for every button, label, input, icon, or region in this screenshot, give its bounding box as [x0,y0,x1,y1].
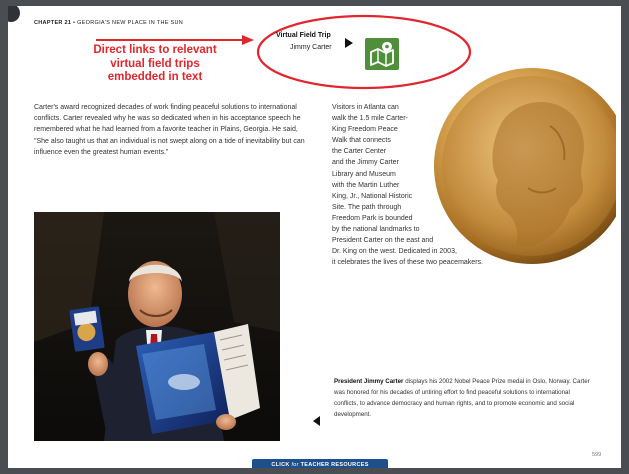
side-paragraph: Visitors in Atlanta can walk the 1.5 mil… [332,102,564,268]
teacher-btn-suffix: TEACHER RESOURCES [298,462,369,468]
side-line: King Freedom Peace [332,126,398,134]
body-paragraph: Carter's award recognized decades of wor… [34,104,305,156]
side-line: it celebrates the lives of these two pea… [332,259,483,267]
side-line: Dr. King on the west. Dedicated in 2003, [332,248,457,256]
side-line: King, Jr., National Historic [332,192,413,200]
carter-photo [34,212,280,441]
teacher-btn-for: for [291,462,299,468]
photo-caption: President Jimmy Carter displays his 2002… [334,376,590,420]
side-line: walk the 1.5 mile Carter- [332,115,408,123]
side-line: the Carter Center [332,148,387,156]
side-line: Freedom Park is bounded [332,214,413,222]
virtual-field-trip-button[interactable] [365,38,399,70]
side-line: Library and Museum [332,170,396,178]
side-line: and the Jimmy Carter [332,159,399,167]
textbook-page: CHAPTER 21 • GEORGIA'S NEW PLACE IN THE … [8,6,621,468]
side-line: Site. The path through [332,203,402,211]
caption-bold: President Jimmy Carter [334,378,404,385]
side-line: Walk that connects [332,137,391,145]
side-line: with the Martin Luther [332,181,400,189]
virtual-field-trip-subject[interactable]: Jimmy Carter [290,44,332,51]
page-number: 599 [592,452,602,458]
side-line: by the national landmarks to [332,226,420,234]
teacher-btn-prefix: CLICK [271,462,292,468]
chapter-number: CHAPTER 21 [34,20,72,26]
teacher-resources-button[interactable]: CLICK for TEACHER RESOURCES [252,459,388,468]
page-corner-marker [8,6,20,22]
caption-pointer-icon [313,416,320,426]
side-line: President Carter on the east and [332,237,434,245]
map-pin-icon [370,42,394,67]
callout-text: Direct links to relevant virtual field t… [93,44,217,83]
virtual-field-trip-title[interactable]: Virtual Field Trip [276,32,331,39]
play-icon[interactable] [344,37,354,49]
chapter-title: GEORGIA'S NEW PLACE IN THE SUN [77,20,184,26]
side-line: Visitors in Atlanta can [332,104,399,111]
chapter-header: CHAPTER 21 • GEORGIA'S NEW PLACE IN THE … [34,20,183,26]
